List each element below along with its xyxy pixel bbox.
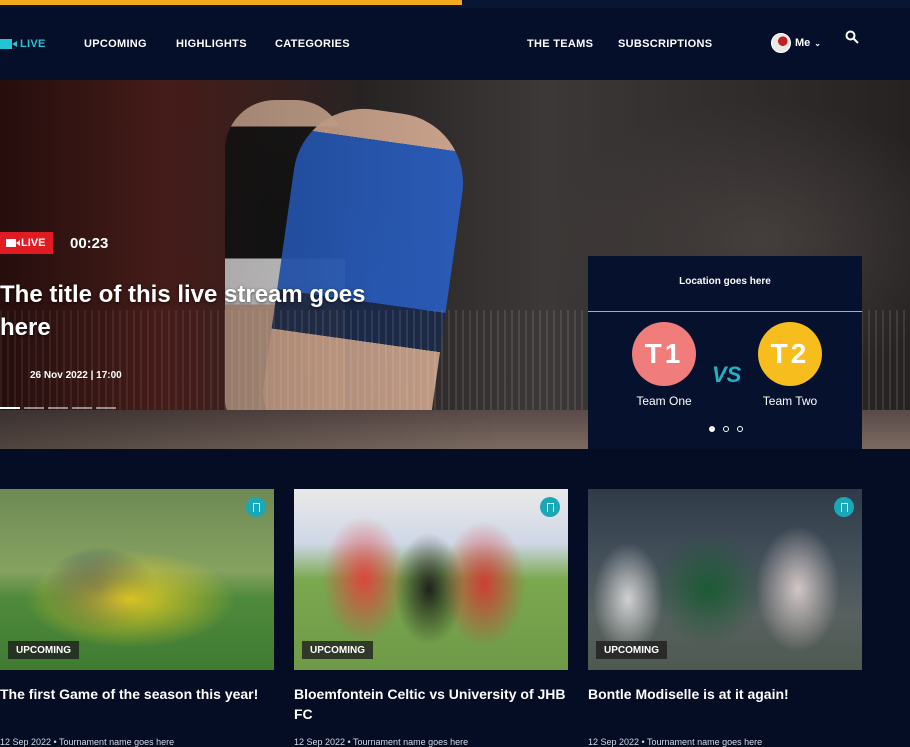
account-label: Me [795,37,811,49]
main-nav: LIVE UPCOMING HIGHLIGHTS CATEGORIES THE … [0,8,910,80]
event-card-meta: 12 Sep 2022 • Tournament name goes here [294,737,469,747]
nav-highlights[interactable]: HIGHLIGHTS [176,38,247,50]
pagination-dot[interactable] [723,426,729,432]
video-camera-icon [6,239,20,247]
slider-indicator[interactable] [24,407,44,409]
live-badge: LIVE [0,232,54,254]
accent-stripe [0,0,462,5]
pagination-dot[interactable] [737,426,743,432]
divider [588,311,862,312]
nav-the-teams[interactable]: THE TEAMS [527,38,593,50]
hero-title[interactable]: The title of this live stream goes here [0,278,420,344]
team-one[interactable]: T1 Team One [619,322,709,408]
slider-indicator[interactable] [48,407,68,409]
event-card-image: UPCOMING [588,489,862,670]
chevron-down-icon: ⌄ [814,38,821,48]
video-camera-icon [0,39,17,49]
nav-categories[interactable]: CATEGORIES [275,38,350,50]
nav-live-label: LIVE [20,38,46,50]
slider-indicator[interactable] [96,407,116,409]
match-location: Location goes here [679,276,771,287]
hero-slider-indicators [0,407,116,409]
team-two-badge: T2 [758,322,822,386]
nav-subscriptions[interactable]: SUBSCRIPTIONS [618,38,712,50]
search-icon[interactable] [845,30,859,44]
event-card-title[interactable]: Bontle Modiselle is at it again! [588,684,862,704]
event-card-meta: 12 Sep 2022 • Tournament name goes here [0,737,175,747]
event-card[interactable]: UPCOMING The first Game of the season th… [0,489,274,747]
status-badge: UPCOMING [302,641,373,659]
team-two-name: Team Two [762,394,818,408]
nav-live[interactable]: LIVE [0,38,46,50]
avatar [771,33,791,53]
pagination-dot[interactable] [709,426,715,432]
event-card-image: UPCOMING [294,489,568,670]
team-one-badge: T1 [632,322,696,386]
live-timer: 00:23 [70,235,109,252]
top-accent-bar [0,0,910,8]
slider-indicator[interactable] [0,407,20,409]
bookmark-icon[interactable] [246,497,266,517]
team-two[interactable]: T2 Team Two [745,322,835,408]
team-one-name: Team One [636,394,692,408]
event-card-image: UPCOMING [0,489,274,670]
nav-upcoming[interactable]: UPCOMING [84,38,147,50]
live-badge-label: LIVE [21,237,46,249]
hero-date: 26 Nov 2022 | 17:00 [30,370,122,381]
hero-live-stream[interactable]: LIVE 00:23 The title of this live stream… [0,80,910,449]
match-card: Location goes here T1 Team One VS T2 Tea… [588,256,862,449]
slider-indicator[interactable] [72,407,92,409]
bookmark-icon[interactable] [540,497,560,517]
versus-label: VS [712,362,742,387]
event-card[interactable]: UPCOMING Bontle Modiselle is at it again… [588,489,862,747]
event-card-title[interactable]: The first Game of the season this year! [0,684,274,704]
status-badge: UPCOMING [8,641,79,659]
event-card-title[interactable]: Bloemfontein Celtic vs University of JHB… [294,684,568,724]
bookmark-icon[interactable] [834,497,854,517]
match-pagination [709,426,743,432]
event-card-meta: 12 Sep 2022 • Tournament name goes here [588,737,763,747]
status-badge: UPCOMING [596,641,667,659]
account-menu[interactable]: Me ⌄ [771,33,821,53]
event-card[interactable]: UPCOMING Bloemfontein Celtic vs Universi… [294,489,568,747]
